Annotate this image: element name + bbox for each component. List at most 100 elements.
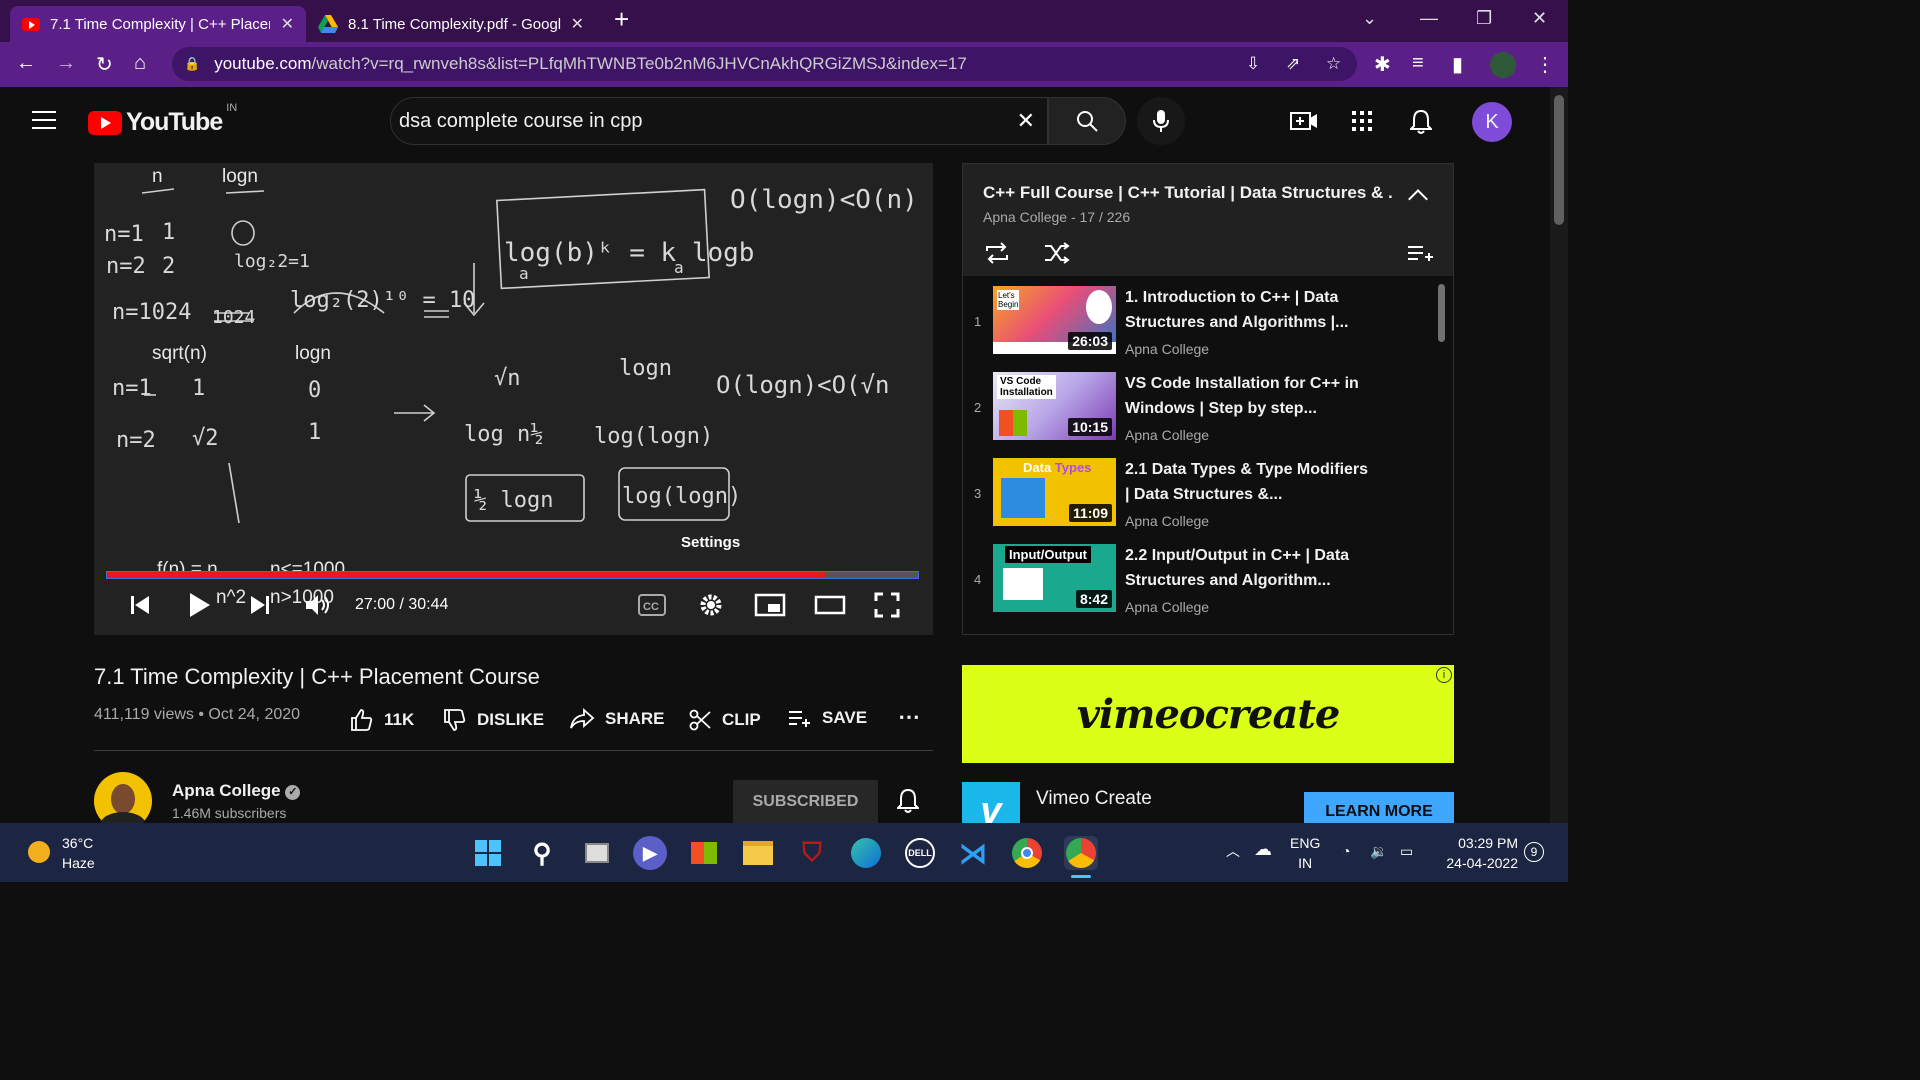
page-scrollbar-thumb[interactable] xyxy=(1554,95,1564,225)
tab-search-icon[interactable]: ⌄ xyxy=(1362,8,1377,29)
youtube-header: YouTube IN dsa complete course in cpp ✕ … xyxy=(0,87,1550,156)
teams-chat-icon[interactable]: ▶ xyxy=(633,836,667,870)
verified-badge-icon: ✓ xyxy=(285,785,301,800)
vscode-icon[interactable]: ⋊ xyxy=(956,836,990,870)
playlist-item[interactable]: 1 Let's Begin 26:03 1. Introduction to C+… xyxy=(963,282,1438,368)
mute-button[interactable] xyxy=(304,587,332,623)
save-button[interactable]: SAVE xyxy=(788,708,867,728)
subscribed-button[interactable]: SUBSCRIBED xyxy=(733,780,878,824)
page-scrollbar[interactable] xyxy=(1550,87,1568,827)
address-bar[interactable]: 🔒 youtube.com/watch?v=rq_rwnveh8s&list=P… xyxy=(172,47,1357,81)
playlist-item[interactable]: 2 VS Code Installation 10:15 VS Code Inst… xyxy=(963,368,1438,454)
close-tab-icon[interactable]: ✕ xyxy=(281,14,294,34)
close-window-icon[interactable]: ✕ xyxy=(1532,8,1547,29)
playlist-item-title: 2.1 Data Types & Type Modifiers | Data S… xyxy=(1125,461,1369,503)
side-panel-icon[interactable]: ▮ xyxy=(1452,52,1463,77)
play-button[interactable] xyxy=(188,587,212,623)
share-icon xyxy=(570,708,595,729)
apps-grid-icon[interactable] xyxy=(1352,111,1372,131)
settings-button[interactable] xyxy=(698,587,724,623)
fullscreen-button[interactable] xyxy=(874,587,900,623)
taskbar-search-icon[interactable]: ⚲ xyxy=(525,836,559,870)
playlist-menu-icon[interactable] xyxy=(1407,244,1435,262)
bookmark-star-icon[interactable]: ☆ xyxy=(1326,54,1341,74)
profile-avatar[interactable] xyxy=(1490,52,1516,78)
next-button[interactable] xyxy=(248,587,272,623)
tab-title: 8.1 Time Complexity.pdf - Googl xyxy=(348,15,562,33)
account-avatar[interactable]: K xyxy=(1472,102,1512,142)
clip-button[interactable]: CLIP xyxy=(688,708,761,732)
playlist-title[interactable]: C++ Full Course | C++ Tutorial | Data St… xyxy=(983,183,1393,203)
media-controls-icon[interactable]: ≡ xyxy=(1412,52,1424,75)
show-hidden-icons[interactable]: ︿ xyxy=(1226,841,1240,861)
playlist-item-title: VS Code Installation for C++ in Windows … xyxy=(1125,375,1359,417)
ad-info-icon[interactable]: i xyxy=(1436,667,1452,683)
share-page-icon[interactable]: ⇗ xyxy=(1286,54,1300,74)
weather-sun-icon[interactable] xyxy=(28,841,50,863)
back-icon[interactable]: ← xyxy=(16,52,36,75)
clock[interactable]: 03:29 PM 24-04-2022 xyxy=(1436,833,1518,873)
board-label-n2: n^2 xyxy=(216,587,246,608)
collapse-playlist-icon[interactable] xyxy=(1408,189,1428,209)
notifications-bell-icon[interactable] xyxy=(1410,109,1432,135)
shuffle-icon[interactable] xyxy=(1043,242,1071,264)
windows-start-icon[interactable] xyxy=(471,836,505,870)
close-tab-icon[interactable]: ✕ xyxy=(571,14,584,34)
forward-icon[interactable]: → xyxy=(56,52,76,75)
create-video-icon[interactable] xyxy=(1290,109,1318,133)
microsoft-store-icon[interactable] xyxy=(687,836,721,870)
file-explorer-icon[interactable] xyxy=(741,836,775,870)
playlist-item[interactable]: 4 Input/Output 8:42 2.2 Input/Output in … xyxy=(963,540,1438,626)
battery-icon[interactable]: ▭ xyxy=(1400,841,1413,861)
channel-name[interactable]: Apna College ✓ xyxy=(172,781,301,801)
share-button[interactable]: SHARE xyxy=(569,708,665,730)
playlist-channel[interactable]: Apna College xyxy=(983,209,1067,225)
reload-icon[interactable]: ↻ xyxy=(96,52,113,77)
install-app-icon[interactable]: ⇩ xyxy=(1246,54,1260,74)
dell-icon[interactable]: DELL xyxy=(903,836,937,870)
progress-bar[interactable] xyxy=(106,571,919,579)
loop-icon[interactable] xyxy=(983,242,1011,264)
channel-notifications-bell-icon[interactable] xyxy=(897,788,919,814)
tab-google-drive[interactable]: 8.1 Time Complexity.pdf - Googl ✕ xyxy=(306,6,596,42)
minimize-icon[interactable]: — xyxy=(1420,8,1438,29)
speaker-icon[interactable]: 🔉 xyxy=(1370,841,1387,861)
mcafee-icon[interactable]: ⛉ xyxy=(795,836,829,870)
search-button[interactable] xyxy=(1048,97,1126,145)
channel-avatar[interactable] xyxy=(94,772,152,830)
dislike-button[interactable]: DISLIKE xyxy=(443,708,544,732)
chrome-profile-icon[interactable] xyxy=(1064,836,1098,870)
hamburger-menu-icon[interactable] xyxy=(32,111,56,129)
task-view-icon[interactable] xyxy=(580,836,614,870)
svg-text:CC: CC xyxy=(643,601,659,613)
previous-button[interactable] xyxy=(128,587,152,623)
theater-mode-button[interactable] xyxy=(814,587,846,623)
onedrive-cloud-icon[interactable]: ☁ xyxy=(1254,839,1272,859)
youtube-logo[interactable]: YouTube IN xyxy=(88,102,237,137)
voice-search-button[interactable] xyxy=(1137,97,1185,145)
miniplayer-button[interactable] xyxy=(754,587,786,623)
restore-icon[interactable]: ❐ xyxy=(1476,8,1492,29)
weather-widget[interactable]: 36°C Haze xyxy=(62,833,95,873)
wifi-icon[interactable]: ◔ xyxy=(1342,841,1350,861)
chrome-icon[interactable] xyxy=(1010,836,1044,870)
clear-search-icon[interactable]: ✕ xyxy=(1017,108,1035,134)
extensions-icon[interactable]: ✱ xyxy=(1374,52,1391,77)
more-actions-icon[interactable]: ⋯ xyxy=(898,704,920,730)
like-button[interactable]: 11K xyxy=(350,708,414,732)
home-icon[interactable]: ⌂ xyxy=(134,52,146,75)
video-player[interactable]: n=1 1 n=2 2 log₂2=1 n=1024 1024 log₂(2)¹⁰ =… xyxy=(94,163,933,635)
language-indicator[interactable]: ENG IN xyxy=(1290,833,1320,873)
advertiser-name[interactable]: Vimeo Create xyxy=(1036,788,1152,810)
playlist-scrollbar[interactable] xyxy=(1438,284,1445,342)
captions-button[interactable]: CC xyxy=(638,587,666,623)
browser-menu-icon[interactable]: ⋮ xyxy=(1535,52,1555,77)
tab-youtube[interactable]: 7.1 Time Complexity | C++ Placer ✕ xyxy=(10,6,306,42)
playlist-item-index: 2 xyxy=(974,400,982,415)
edge-browser-icon[interactable] xyxy=(849,836,883,870)
ad-banner[interactable]: vimeocreate i xyxy=(962,665,1454,763)
new-tab-icon[interactable]: + xyxy=(614,4,629,35)
notification-count-badge[interactable]: 9 xyxy=(1524,842,1544,862)
search-input[interactable]: dsa complete course in cpp ✕ xyxy=(390,97,1048,145)
playlist-item[interactable]: 3 Data Types 11:09 2.1 Data Types & Type… xyxy=(963,454,1438,540)
